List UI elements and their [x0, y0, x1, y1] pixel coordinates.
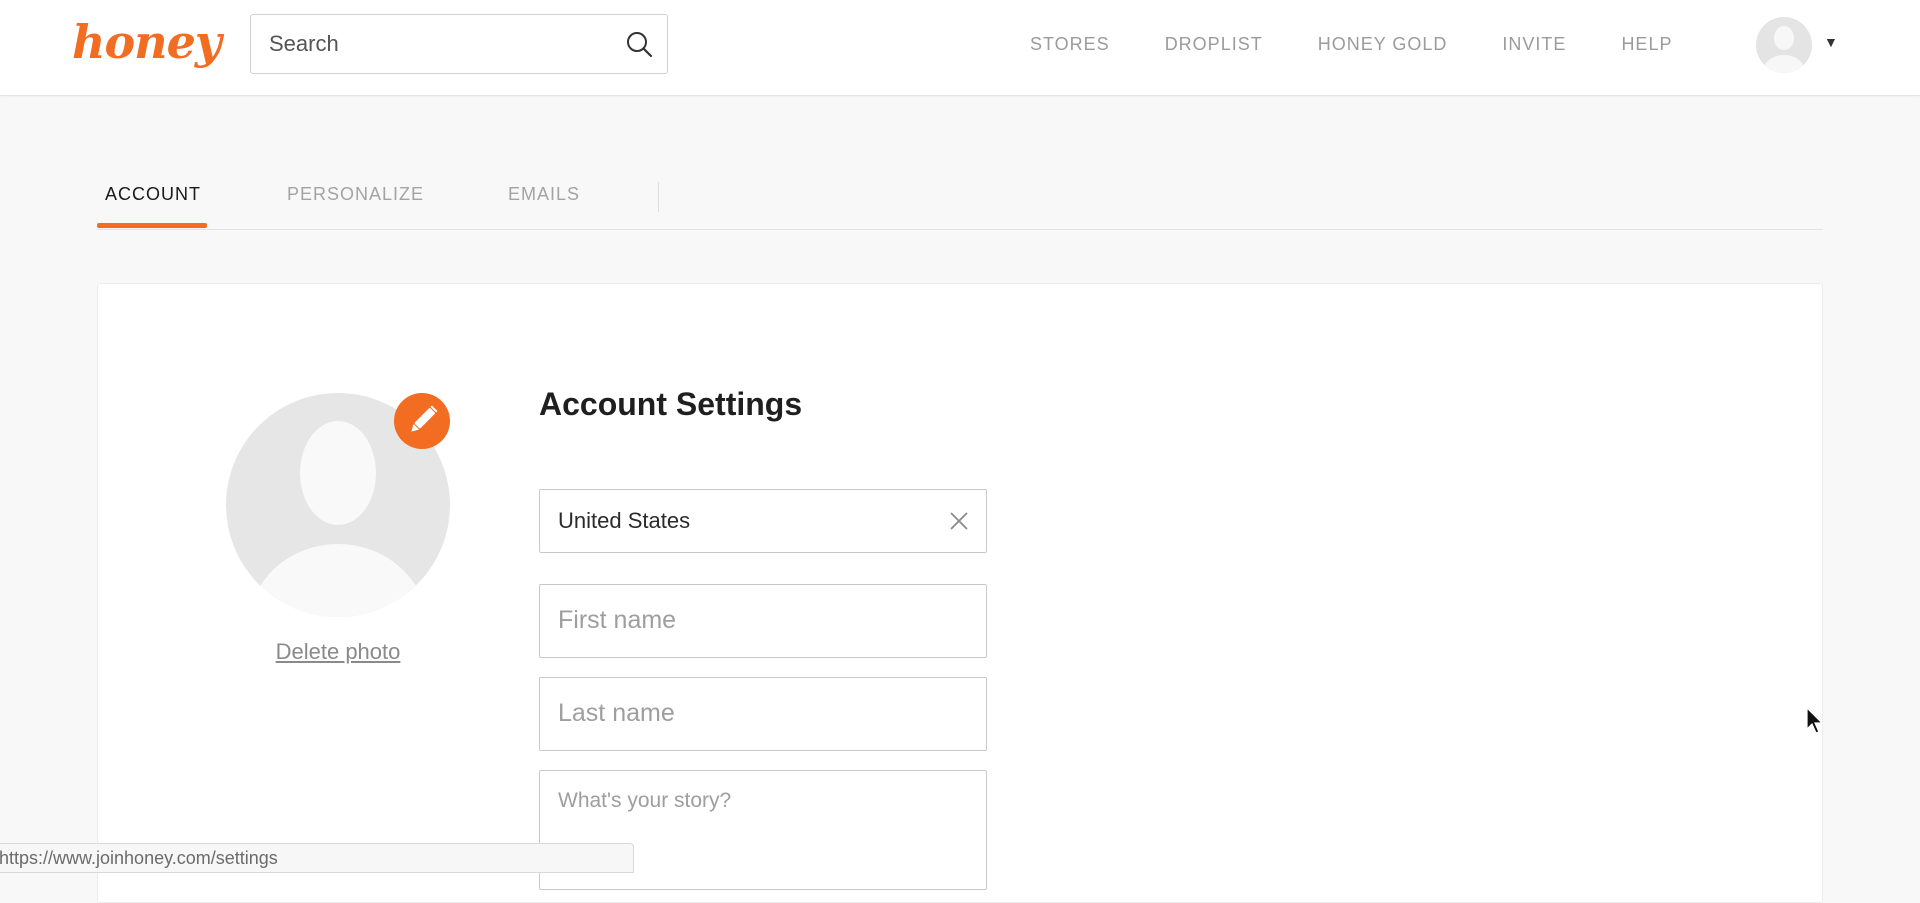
search-box[interactable] [250, 14, 668, 74]
account-settings-card: Delete photo Account Settings [97, 283, 1824, 903]
main-nav: STORES DROPLIST HONEY GOLD INVITE HELP [1030, 0, 1672, 88]
delete-photo-link[interactable]: Delete photo [226, 639, 450, 665]
close-icon[interactable] [948, 510, 970, 532]
user-menu[interactable]: ▼ [1756, 16, 1838, 74]
caret-down-icon[interactable]: ▼ [1824, 34, 1838, 50]
tab-account[interactable]: ACCOUNT [105, 184, 201, 205]
user-avatar-icon[interactable] [1756, 17, 1812, 73]
nav-item-droplist[interactable]: DROPLIST [1165, 34, 1263, 55]
search-input[interactable] [267, 15, 607, 72]
nav-item-help[interactable]: HELP [1621, 34, 1672, 55]
nav-item-stores[interactable]: STORES [1030, 34, 1110, 55]
country-input[interactable] [556, 490, 936, 551]
page-title: Account Settings [539, 386, 803, 422]
tab-emails[interactable]: EMAILS [508, 184, 580, 205]
first-name-input[interactable] [556, 585, 966, 656]
nav-item-honey-gold[interactable]: HONEY GOLD [1318, 34, 1448, 55]
honey-logo[interactable]: honey [72, 6, 222, 78]
settings-tabs: ACCOUNT PERSONALIZE EMAILS [97, 180, 1823, 230]
tab-divider [658, 182, 659, 212]
tab-personalize[interactable]: PERSONALIZE [287, 184, 424, 205]
last-name-input[interactable] [556, 678, 966, 749]
country-field[interactable] [539, 489, 987, 553]
first-name-field[interactable] [539, 584, 987, 658]
top-header: honey STORES DROPLIST HONEY GOLD INVITE … [0, 0, 1920, 96]
active-tab-indicator [97, 223, 207, 228]
last-name-field[interactable] [539, 677, 987, 751]
edit-photo-button[interactable] [394, 393, 450, 449]
pencil-icon [411, 405, 438, 432]
link-status-bar: https://www.joinhoney.com/settings [0, 843, 634, 873]
mouse-cursor-icon [1806, 707, 1824, 734]
search-icon[interactable] [625, 30, 653, 58]
nav-item-invite[interactable]: INVITE [1502, 34, 1566, 55]
